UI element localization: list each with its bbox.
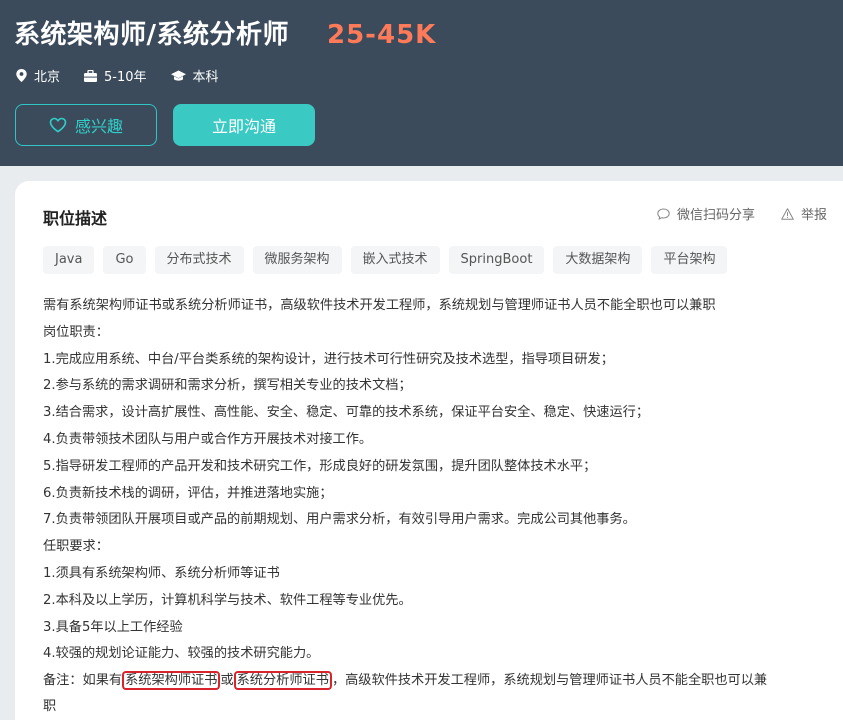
note-or: 或 <box>220 673 234 689</box>
description-line: 4.负责带领技术团队与用户或合作方开展技术对接工作。 <box>43 431 373 447</box>
education-text: 本科 <box>192 70 219 85</box>
skill-tag: Java <box>43 246 95 274</box>
job-description-text: 需有系统架构师证书或系统分析师证书，高级软件技术开发工程师，系统规划与管理师证书… <box>43 293 843 720</box>
location-pin-icon <box>16 69 27 82</box>
note-line-tail: 职 <box>43 699 57 715</box>
description-line: 岗位职责： <box>43 324 109 340</box>
description-line: 3.结合需求，设计高扩展性、高性能、安全、稳定、可靠的技术系统，保证平台安全、稳… <box>43 405 650 421</box>
highlighted-cert-architect: 系统架构师证书 <box>122 671 221 691</box>
report-action[interactable]: 举报 <box>781 204 827 223</box>
description-line: 4.较强的规划论证能力、较强的技术研究能力。 <box>43 646 320 662</box>
skill-tag: Go <box>103 246 146 274</box>
interest-button[interactable]: 感兴趣 <box>15 104 157 146</box>
briefcase-icon <box>84 69 98 82</box>
skill-tag: 平台架构 <box>651 246 728 274</box>
report-label: 举报 <box>800 208 827 223</box>
job-meta: 北京 5-10年 本科 <box>16 66 243 85</box>
skill-tag: 嵌入式技术 <box>350 246 440 274</box>
warning-icon <box>781 207 794 220</box>
card-actions: 微信扫码分享 举报 <box>631 204 827 223</box>
interest-label: 感兴趣 <box>74 117 123 136</box>
education-item: 本科 <box>170 66 219 85</box>
description-line: 需有系统架构师证书或系统分析师证书，高级软件技术开发工程师，系统规划与管理师证书… <box>43 298 716 313</box>
skill-tags: Java Go 分布式技术 微服务架构 嵌入式技术 SpringBoot 大数据… <box>43 246 736 274</box>
description-line: 2.本科及以上学历，计算机科学与技术、软件工程等专业优先。 <box>43 592 412 608</box>
heart-icon <box>49 117 67 133</box>
skill-tag: 微服务架构 <box>252 246 342 274</box>
skill-tag: SpringBoot <box>448 246 545 274</box>
description-line: 3.具备5年以上工作经验 <box>43 619 183 635</box>
salary: 25-45K <box>327 20 437 50</box>
note-line: 备注：如果有 系统架构师证书或系统分析师证书 ，高级软件技术开发工程师，系统规划与管… <box>43 668 843 694</box>
note-rest: ，高级软件技术开发工程师，系统规划与管理师证书人员不能全职也可以兼 <box>331 673 768 689</box>
note-prefix: 备注：如果有 <box>43 673 123 689</box>
description-line: 7.负责带领团队开展项目或产品的前期规划、用户需求分析，有效引导用户需求。完成公… <box>43 512 636 528</box>
description-line: 2.参与系统的需求调研和需求分析，撰写相关专业的技术文档； <box>43 378 412 394</box>
job-title: 系统架构师/系统分析师 <box>14 20 289 50</box>
skill-tag: 大数据架构 <box>553 246 643 274</box>
experience-item: 5-10年 <box>84 66 147 85</box>
chat-bubble-icon <box>657 207 670 220</box>
section-title: 职位描述 <box>43 209 108 228</box>
description-line: 任职要求： <box>43 539 109 555</box>
location-item: 北京 <box>16 66 60 85</box>
description-line: 6.负责新技术栈的调研，评估，并推进落地实施； <box>43 485 333 501</box>
job-description-card: 职位描述 微信扫码分享 举报 Java Go 分布式技术 微服务架构 嵌入式技术… <box>15 181 843 720</box>
location-text: 北京 <box>34 70 61 85</box>
skill-tag: 分布式技术 <box>154 246 244 274</box>
highlighted-cert-analyst: 系统分析师证书 <box>233 671 332 691</box>
chat-now-button[interactable]: 立即沟通 <box>173 104 315 146</box>
experience-text: 5-10年 <box>104 70 147 85</box>
job-header: 系统架构师/系统分析师 25-45K 北京 5-10年 本科 感兴趣 立即沟通 <box>0 0 843 166</box>
description-line: 5.指导研发工程师的产品开发和技术研究工作，形成良好的研发氛围，提升团队整体技术… <box>43 458 597 474</box>
wechat-share-label: 微信扫码分享 <box>676 208 755 223</box>
wechat-share-action[interactable]: 微信扫码分享 <box>657 204 755 223</box>
graduation-cap-icon <box>170 70 186 81</box>
description-line: 1.完成应用系统、中台/平台类系统的架构设计，进行技术可行性研究及技术选型，指导… <box>43 351 614 367</box>
description-line: 1.须具有系统架构师、系统分析师等证书 <box>43 565 280 581</box>
title-row: 系统架构师/系统分析师 25-45K <box>14 14 436 51</box>
